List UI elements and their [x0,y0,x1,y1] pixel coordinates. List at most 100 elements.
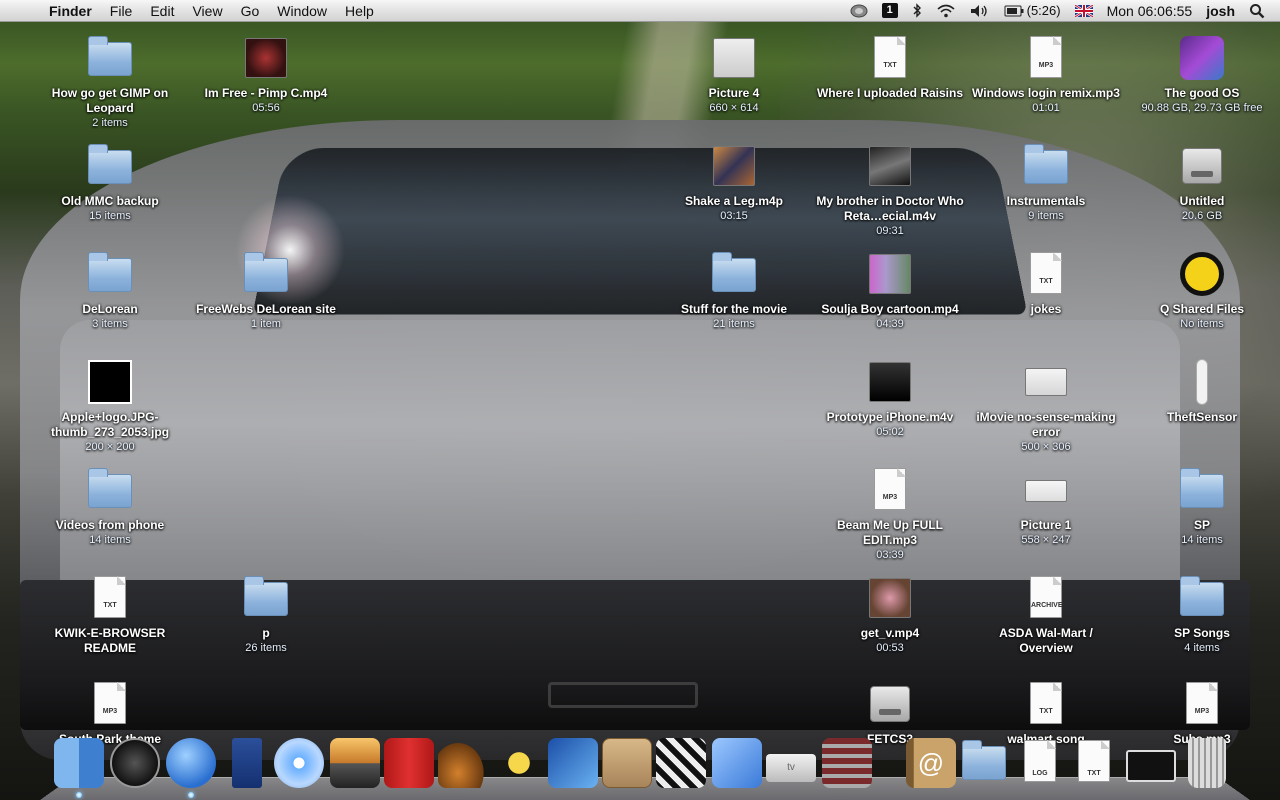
battery-status[interactable]: (5:26) [997,0,1068,22]
dock-tardis[interactable] [222,738,272,788]
dock-finder[interactable] [54,738,104,798]
icon-info: 20.6 GB [1181,210,1223,222]
icon-info: 03:15 [720,210,748,222]
menu-app-name[interactable]: Finder [40,0,101,22]
folder-icon [1180,468,1224,508]
imovie-star-icon [494,738,544,788]
apple-disk-icon [1180,36,1224,80]
icon-label: Prototype iPhone.m4v [826,410,954,424]
dock-trash[interactable] [1182,738,1232,788]
icon-label: SP [1193,518,1210,532]
q-shared-icon [1180,252,1224,296]
dock-dashboard[interactable] [110,738,160,788]
icon-label: Soulja Boy cartoon.mp4 [821,302,959,316]
desktop-icon-picture-1[interactable]: Picture 1 558 × 247 [971,466,1121,548]
dock-address-book[interactable]: @ [906,738,956,788]
dock-text-file[interactable]: TXT [1070,738,1120,788]
desktop-icon-delorean[interactable]: DeLorean 3 items [35,250,185,332]
menu-file[interactable]: File [101,0,142,22]
icon-label: Old MMC backup [61,194,159,208]
dock-final-cut[interactable] [548,738,598,788]
desktop-icon-kwik-e-browser-readme[interactable]: TXT KWIK-E-BROWSER README [35,574,185,656]
menu-help[interactable]: Help [336,0,383,22]
dock-clapper[interactable] [656,738,706,788]
desktop-icon-im-free-mp4[interactable]: Im Free - Pimp C.mp4 05:56 [191,34,341,116]
desktop-icon-q-shared-files[interactable]: Q Shared Files No items [1127,250,1277,332]
desktop-icon-jokes[interactable]: TXT jokes [971,250,1121,317]
spaces-menu[interactable]: 1 [875,3,905,18]
desktop-icon-old-mmc-backup[interactable]: Old MMC backup 15 items [35,142,185,224]
mp3-file-icon: MP3 [1030,36,1062,78]
time-machine-icon[interactable] [843,4,875,18]
menu-view[interactable]: View [183,0,231,22]
volume-icon[interactable] [963,4,997,18]
desktop-icon-videos-from-phone[interactable]: Videos from phone 14 items [35,466,185,548]
desktop-icon-shake-a-leg[interactable]: Shake a Leg.m4p 03:15 [659,142,809,224]
desktop-icon-apple-logo-jpg[interactable]: Apple+logo.JPG-thumb_273_2053.jpg 200 × … [35,358,185,455]
icon-label: Apple+logo.JPG-thumb_273_2053.jpg [50,410,170,439]
log-file-icon: LOG [1024,740,1056,782]
clock[interactable]: Mon 06:06:55 [1100,0,1200,22]
bluetooth-icon[interactable] [905,3,929,18]
dock-documents-stack[interactable] [960,738,1010,788]
desktop-icon-instrumentals[interactable]: Instrumentals 9 items [971,142,1121,224]
folder-icon [88,252,132,292]
icon-info: 01:01 [1032,102,1060,114]
icon-info: 09:31 [876,225,904,237]
desktop-icon-imovie-error[interactable]: iMovie no-sense-making error 500 × 306 [971,358,1121,455]
desktop-icon-soulja-boy-cartoon[interactable]: Soulja Boy cartoon.mp4 04:39 [815,250,965,332]
desktop-icon-gimp-folder[interactable]: How go get GIMP on Leopard 2 items [35,34,185,131]
desktop-icon-where-i-uploaded-raisins[interactable]: TXT Where I uploaded Raisins [815,34,965,101]
mp3-file-icon: MP3 [1186,682,1218,724]
desktop-icon-picture-4[interactable]: Picture 4 660 × 614 [659,34,809,116]
dock-apple-tv[interactable]: tv [766,738,816,788]
dock-switch[interactable] [602,738,652,788]
dock-network[interactable] [822,738,872,788]
icon-info: 04:39 [876,318,904,330]
user-menu[interactable]: josh [1199,0,1242,22]
battery-time: (5:26) [1026,2,1061,18]
dock-iphoto[interactable] [330,738,380,788]
dock-front-row[interactable] [384,738,434,788]
dock-xcode[interactable] [712,738,762,788]
dock-log-file[interactable]: LOG [1016,738,1066,788]
desktop-icon-doctor-who-m4v[interactable]: My brother in Doctor Who Reta…ecial.m4v … [815,142,965,239]
desktop-icon-untitled-disk[interactable]: Untitled 20.6 GB [1127,142,1277,224]
desktop-icon-freewebs-delorean-site[interactable]: FreeWebs DeLorean site 1 item [191,250,341,332]
icon-info: 9 items [1028,210,1064,222]
dock-garageband[interactable] [438,738,488,788]
icon-info: 00:53 [876,642,904,654]
dock-itunes[interactable] [274,738,324,788]
dock-ichat[interactable] [166,738,216,798]
album-art-icon [713,146,755,186]
desktop-icon-the-good-os-disk[interactable]: The good OS 90.88 GB, 29.73 GB free [1127,34,1277,116]
desktop-icon-sp-folder[interactable]: SP 14 items [1127,466,1277,548]
icon-label: p [262,626,270,640]
dock-terminal[interactable] [1126,738,1176,788]
spotlight-search-icon[interactable] [1242,3,1272,19]
desktop-icon-theftsensor[interactable]: TheftSensor [1127,358,1277,425]
desktop-icon-sp-songs[interactable]: SP Songs 4 items [1127,574,1277,656]
icon-label: jokes [1030,302,1062,316]
icon-label: Beam Me Up FULL EDIT.mp3 [836,518,943,547]
desktop-icon-asda-walmart-archive[interactable]: ARCHIVE ASDA Wal-Mart / Overview [971,574,1121,656]
icon-info: No items [1180,318,1224,330]
input-source-uk-flag-icon[interactable] [1068,4,1100,17]
iphoto-icon [330,738,380,788]
running-indicator [76,792,82,798]
menu-go[interactable]: Go [232,0,269,22]
desktop-icon-windows-login-remix[interactable]: MP3 Windows login remix.mp3 01:01 [971,34,1121,116]
icon-info: 500 × 306 [1021,441,1071,453]
desktop-icon-beam-me-up[interactable]: MP3 Beam Me Up FULL EDIT.mp3 03:39 [815,466,965,563]
menu-edit[interactable]: Edit [141,0,183,22]
image-thumbnail-icon [1025,368,1067,396]
desktop-icon-prototype-iphone[interactable]: Prototype iPhone.m4v 05:02 [815,358,965,440]
desktop-icon-get-v-mp4[interactable]: get_v.mp4 00:53 [815,574,965,656]
desktop-icon-p-folder[interactable]: p 26 items [191,574,341,656]
wifi-icon[interactable] [929,4,963,18]
dock-imovie[interactable] [494,738,544,788]
menu-window[interactable]: Window [268,0,336,22]
terminal-icon [1126,750,1176,782]
desktop-icon-stuff-for-the-movie[interactable]: Stuff for the movie 21 items [659,250,809,332]
icon-info: 03:39 [876,549,904,561]
